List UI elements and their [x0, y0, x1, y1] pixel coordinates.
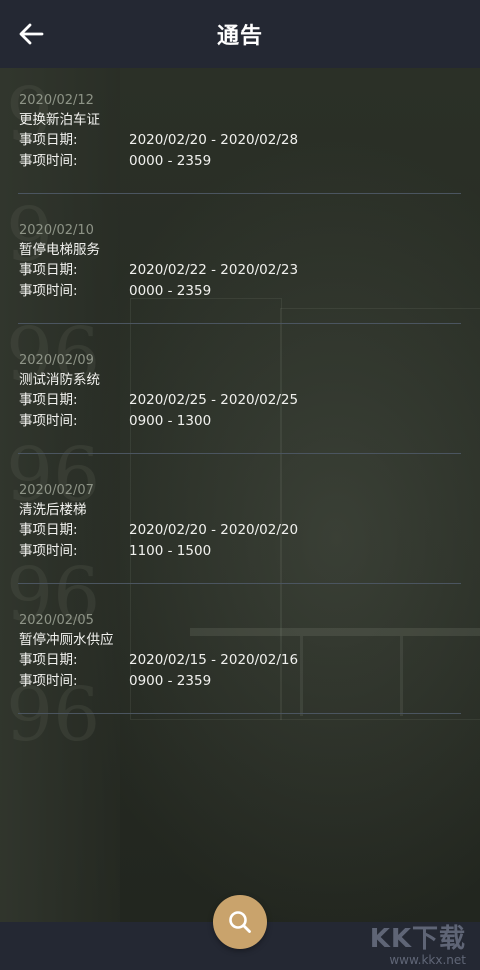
notice-date-value: 2020/02/15 - 2020/02/16 [129, 652, 299, 668]
notice-date-row: 事项日期: 2020/02/20 - 2020/02/28 [19, 130, 480, 151]
notice-time-row: 事项时间: 0000 - 2359 [19, 281, 480, 302]
notice-time-value: 1100 - 1500 [129, 543, 212, 559]
notice-title: 暂停电梯服务 [19, 242, 100, 258]
notice-date-row: 事项日期: 2020/02/25 - 2020/02/25 [19, 390, 480, 411]
search-button[interactable] [213, 895, 267, 949]
notice-time-label: 事项时间: [19, 673, 78, 689]
notice-time-label: 事项时间: [19, 543, 78, 559]
notice-date-value: 2020/02/20 - 2020/02/28 [129, 132, 299, 148]
arrow-left-icon [19, 23, 44, 45]
notice-time-value: 0900 - 2359 [129, 673, 212, 689]
notice-title: 清洗后楼梯 [19, 502, 87, 518]
notice-date-value: 2020/02/20 - 2020/02/20 [129, 522, 299, 538]
search-icon [229, 911, 251, 933]
watermark-url: www.kkx.net [389, 953, 466, 967]
notice-date-label: 事项日期: [19, 262, 78, 278]
top-bar: 通告 [0, 0, 480, 68]
notice-date-value: 2020/02/25 - 2020/02/25 [129, 392, 299, 408]
notice-date-label: 事项日期: [19, 652, 78, 668]
divider [18, 193, 461, 194]
notice-date-row: 事项日期: 2020/02/22 - 2020/02/23 [19, 260, 480, 281]
notice-time-value: 0000 - 2359 [129, 283, 212, 299]
page-title: 通告 [216, 24, 263, 49]
notice-item[interactable]: 2020/02/05 暂停冲厕水供应 事项日期: 2020/02/15 - 20… [0, 612, 480, 742]
notice-posted-date: 2020/02/05 [19, 613, 94, 628]
notice-date-row: 事项日期: 2020/02/20 - 2020/02/20 [19, 520, 480, 541]
notice-date-value: 2020/02/22 - 2020/02/23 [129, 262, 299, 278]
notice-posted-date: 2020/02/10 [19, 223, 94, 238]
notice-time-row: 事项时间: 1100 - 1500 [19, 541, 480, 562]
notice-time-value: 0000 - 2359 [129, 153, 212, 169]
notice-time-value: 0900 - 1300 [129, 413, 212, 429]
notice-title: 暂停冲厕水供应 [19, 632, 114, 648]
divider [18, 323, 461, 324]
notice-posted-date: 2020/02/09 [19, 353, 94, 368]
notice-title: 测试消防系统 [19, 372, 100, 388]
notice-time-label: 事项时间: [19, 153, 78, 169]
back-button[interactable] [14, 18, 50, 50]
notice-posted-date: 2020/02/07 [19, 483, 94, 498]
notice-date-label: 事项日期: [19, 522, 78, 538]
notice-date-label: 事项日期: [19, 132, 78, 148]
notice-time-label: 事项时间: [19, 283, 78, 299]
watermark: KK下载 www.kkx.net [370, 918, 466, 967]
notice-item[interactable]: 2020/02/09 测试消防系统 事项日期: 2020/02/25 - 202… [0, 352, 480, 482]
notice-time-label: 事项时间: [19, 413, 78, 429]
divider [18, 453, 461, 454]
divider [18, 583, 461, 584]
notice-list: 2020/02/12 更换新泊车证 事项日期: 2020/02/20 - 202… [0, 92, 480, 742]
notice-posted-date: 2020/02/12 [19, 93, 94, 108]
notice-item[interactable]: 2020/02/07 清洗后楼梯 事项日期: 2020/02/20 - 2020… [0, 482, 480, 612]
notice-item[interactable]: 2020/02/12 更换新泊车证 事项日期: 2020/02/20 - 202… [0, 92, 480, 222]
notice-date-row: 事项日期: 2020/02/15 - 2020/02/16 [19, 650, 480, 671]
watermark-logo: KK下载 [369, 924, 466, 954]
notice-date-label: 事项日期: [19, 392, 78, 408]
divider [18, 713, 461, 714]
notice-time-row: 事项时间: 0900 - 1300 [19, 411, 480, 432]
notice-time-row: 事项时间: 0900 - 2359 [19, 671, 480, 692]
notice-item[interactable]: 2020/02/10 暂停电梯服务 事项日期: 2020/02/22 - 202… [0, 222, 480, 352]
notice-title: 更换新泊车证 [19, 112, 100, 128]
notice-time-row: 事项时间: 0000 - 2359 [19, 151, 480, 172]
